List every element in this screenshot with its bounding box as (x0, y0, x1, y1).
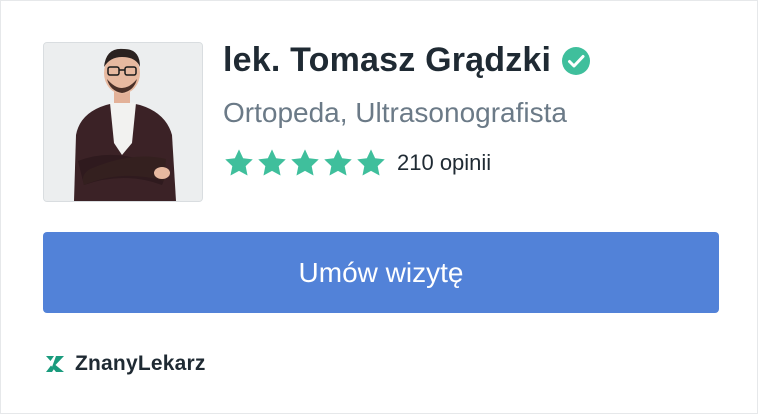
star-icon (324, 149, 352, 176)
doctor-name-row: lek. Tomasz Grądzki (223, 41, 591, 80)
star-icon (225, 149, 253, 176)
rating-stars (223, 147, 387, 179)
doctor-photo[interactable] (43, 42, 203, 202)
verified-check-icon (561, 46, 591, 76)
doctor-widget-card: lek. Tomasz Grądzki Ortopeda, Ultrasonog… (0, 0, 758, 414)
znanylekarz-logo-icon (46, 356, 64, 372)
star-icon (357, 149, 385, 176)
rating-row[interactable]: 210 opinii (223, 147, 491, 179)
book-visit-button[interactable]: Umów wizytę (43, 232, 719, 313)
doctor-name[interactable]: lek. Tomasz Grądzki (223, 41, 551, 80)
doctor-portrait-image (44, 43, 202, 201)
brand-logo-link[interactable]: ZnanyLekarz (43, 352, 206, 376)
star-icon (258, 149, 286, 176)
star-icon (291, 149, 319, 176)
brand-name: ZnanyLekarz (75, 352, 206, 375)
reviews-count-link[interactable]: 210 opinii (397, 150, 491, 176)
doctor-specialties: Ortopeda, Ultrasonografista (223, 97, 567, 128)
